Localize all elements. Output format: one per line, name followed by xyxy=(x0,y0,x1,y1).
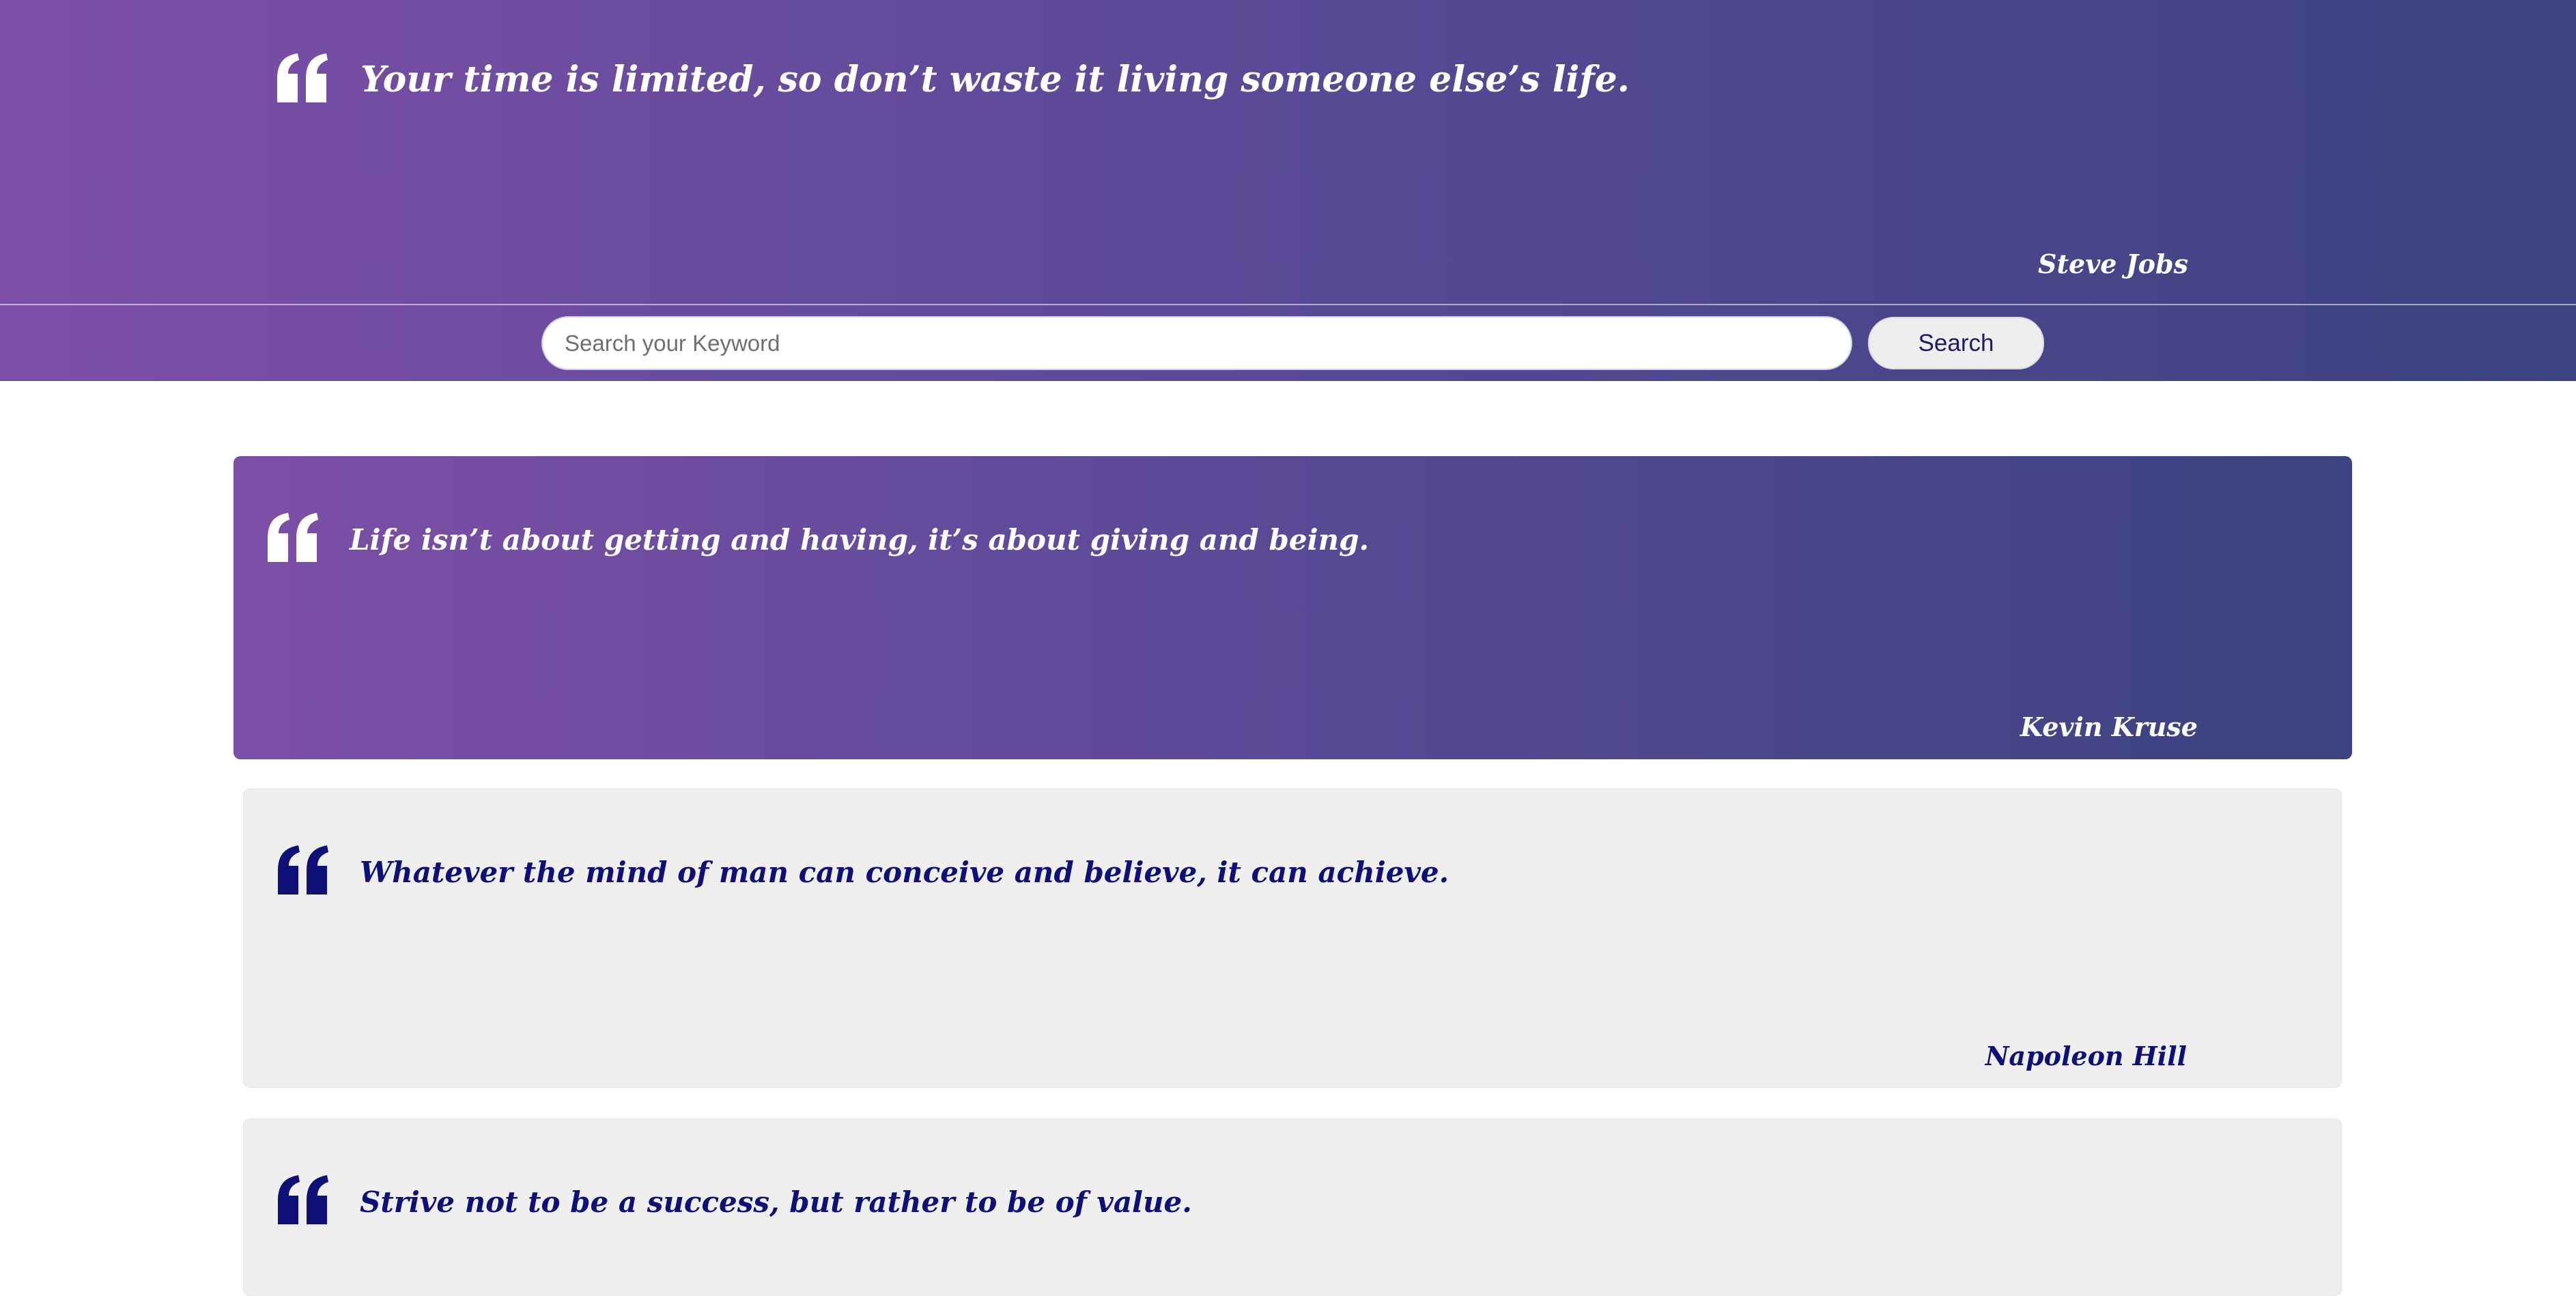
quote-icon xyxy=(264,513,321,562)
hero-divider xyxy=(0,304,2576,305)
quote-card[interactable]: Strive not to be a success, but rather t… xyxy=(243,1118,2342,1296)
quote-text: Strive not to be a success, but rather t… xyxy=(360,1185,1192,1219)
quote-icon xyxy=(273,53,330,102)
quote-card[interactable]: Life isn’t about getting and having, it’… xyxy=(233,456,2352,759)
quote-author: Kevin Kruse xyxy=(2020,712,2198,742)
hero-banner: Your time is limited, so don’t waste it … xyxy=(0,0,2576,381)
quote-text: Life isn’t about getting and having, it’… xyxy=(350,523,1370,557)
hero-quote-author: Steve Jobs xyxy=(2038,249,2188,279)
search-input[interactable] xyxy=(541,316,1852,370)
hero-quote-text: Your time is limited, so don’t waste it … xyxy=(360,59,1630,100)
quote-icon xyxy=(274,1175,331,1224)
quote-card[interactable]: Whatever the mind of man can conceive an… xyxy=(243,789,2342,1088)
search-button[interactable]: Search xyxy=(1868,317,2044,369)
quote-author: Napoleon Hill xyxy=(1985,1041,2187,1071)
quote-text: Whatever the mind of man can conceive an… xyxy=(360,856,1449,889)
quote-icon xyxy=(274,845,331,894)
